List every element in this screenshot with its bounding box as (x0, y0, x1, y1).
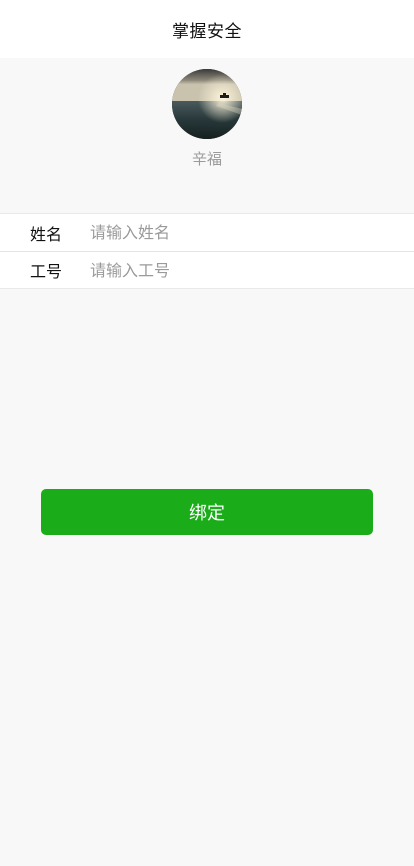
avatar-photo-icon (172, 69, 242, 139)
employee-id-row: 工号 (0, 251, 414, 288)
name-row: 姓名 (0, 214, 414, 251)
navigation-bar: 掌握安全 (0, 0, 414, 58)
bind-button[interactable]: 绑定 (41, 489, 373, 535)
user-nickname: 辛福 (191, 150, 222, 168)
employee-id-label: 工号 (30, 262, 63, 281)
bind-form: 姓名 工号 (0, 213, 414, 289)
avatar (172, 69, 242, 139)
employee-id-input[interactable] (90, 252, 414, 288)
bind-page: 掌握安全 辛福 姓名 请输入姓名 工号 请输入工号 绑定 (0, 0, 414, 866)
name-input[interactable] (90, 214, 414, 251)
name-label: 姓名 (30, 224, 63, 244)
page-title: 掌握安全 (172, 21, 242, 42)
